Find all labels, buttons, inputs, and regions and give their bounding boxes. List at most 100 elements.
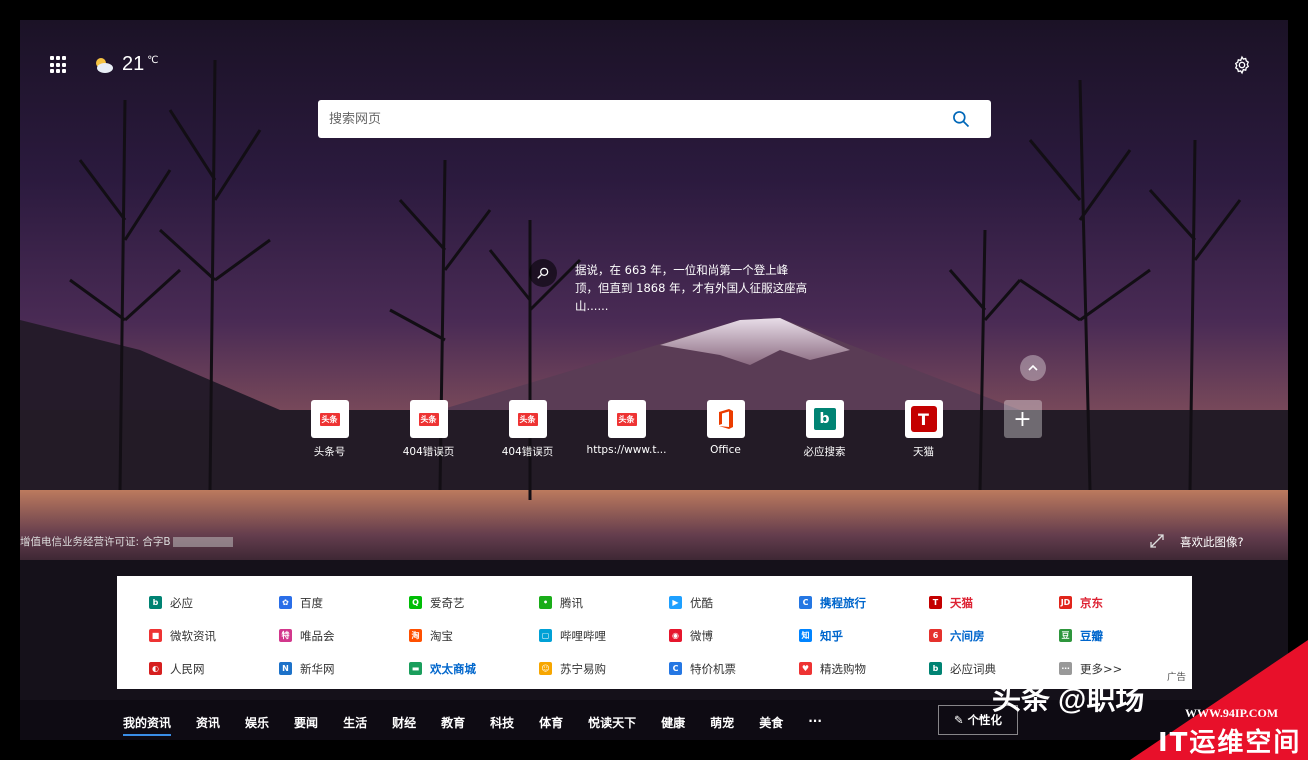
link-label: 豆瓣 (1080, 628, 1103, 643)
link-item[interactable]: b 必应 (149, 586, 279, 619)
link-item[interactable]: ☺ 苏宁易购 (539, 652, 669, 685)
link-item[interactable]: ▬ 欢太商城 (409, 652, 539, 685)
quick-link-tile[interactable]: 头条 404错误页 (379, 400, 478, 459)
link-item[interactable]: 特唯品会 (279, 619, 409, 652)
link-item[interactable]: C 特价机票 (669, 652, 799, 685)
link-item[interactable]: ▢ 哔哩哔哩 (539, 619, 669, 652)
link-item[interactable]: ■ 微软资讯 (149, 619, 279, 652)
weather-widget[interactable]: 21 ℃ (92, 53, 158, 76)
news-tab[interactable]: 悦读天下 (588, 714, 636, 736)
news-tab[interactable]: 体育 (539, 714, 563, 736)
expand-icon[interactable] (1150, 533, 1164, 548)
quick-link-tile[interactable]: 头条 404错误页 (478, 400, 577, 459)
toutiao-icon: 头条 (607, 400, 646, 438)
quick-link-tile[interactable]: b 必应搜索 (775, 400, 874, 459)
link-item[interactable]: ◐ 人民网 (149, 652, 279, 685)
quick-links: 头条 头条号 头条 404错误页 头条 404错误页 头条 https://ww… (280, 400, 1072, 459)
news-tab[interactable]: 科技 (490, 714, 514, 736)
news-tab[interactable]: 我的资讯 (123, 714, 172, 736)
license-label: 增值电信业务经营许可证: 合字B (20, 536, 171, 548)
link-item[interactable]: 知知乎 (799, 619, 929, 652)
news-tab[interactable]: 资讯 (196, 714, 220, 736)
like-image-link[interactable]: 喜欢此图像? (1180, 534, 1244, 550)
link-label: 精选购物 (820, 661, 866, 676)
tile-label: 404错误页 (501, 446, 554, 458)
news-tabs: 我的资讯 资讯 娱乐 要闻 生活 财经 教育 科技 体育 悦读天下 健康 萌宠 美食 ··· (123, 714, 847, 736)
pencil-icon: ✎ (953, 713, 964, 727)
link-item[interactable]: ▶ 优酷 (669, 586, 799, 619)
link-label: 知乎 (820, 628, 843, 643)
tmall-icon: T (904, 400, 943, 438)
partly-cloudy-icon (96, 57, 113, 73)
toutiao-icon: 头条 (310, 400, 349, 438)
link-item[interactable]: JD 京东 (1059, 586, 1189, 619)
link-item[interactable]: T 天猫 (929, 586, 1059, 619)
link-item[interactable]: • 腾讯 (539, 586, 669, 619)
quick-link-tile[interactable]: 头条 头条号 (280, 400, 379, 459)
link-logo-icon: 豆 (1059, 629, 1072, 642)
link-label: 人民网 (170, 661, 205, 676)
news-tab[interactable]: 生活 (343, 714, 367, 736)
search-input[interactable] (318, 100, 941, 138)
quick-link-tile[interactable]: Office (676, 400, 775, 459)
link-item[interactable]: 豆豆瓣 (1059, 619, 1189, 652)
link-logo-icon: T (929, 596, 942, 609)
link-item[interactable]: N 新华网 (279, 652, 409, 685)
tile-label: 必应搜索 (803, 446, 846, 458)
search-box (318, 100, 991, 138)
new-tab-page: 21 ℃ 据说，在 663 年，一位和尚第一个登上峰顶，但直到 1868 年，才… (20, 20, 1288, 740)
tile-label: 404错误页 (402, 446, 455, 458)
link-label: 六间房 (950, 628, 985, 643)
image-info-search-icon[interactable] (529, 259, 557, 287)
toutiao-icon: 头条 (409, 400, 448, 438)
apps-grid-icon[interactable] (50, 56, 68, 74)
link-label: 必应词典 (950, 661, 996, 676)
link-item[interactable]: C 携程旅行 (799, 586, 929, 619)
link-logo-icon: ▶ (669, 596, 682, 609)
settings-gear-icon[interactable] (1232, 55, 1252, 75)
news-tab[interactable]: 教育 (441, 714, 465, 736)
license-text: 增值电信业务经营许可证: 合字B (20, 534, 233, 549)
tile-label: 头条号 (313, 446, 346, 458)
news-tab[interactable]: 要闻 (294, 714, 318, 736)
search-button[interactable] (941, 100, 981, 138)
link-item[interactable]: 6 六间房 (929, 619, 1059, 652)
news-tab[interactable]: 萌宠 (710, 714, 734, 736)
link-logo-icon: 6 (929, 629, 942, 642)
link-logo-icon: b (929, 662, 942, 675)
link-logo-icon: ✿ (279, 596, 292, 609)
news-tab[interactable]: 娱乐 (245, 714, 269, 736)
add-quick-link-button[interactable]: + (973, 400, 1072, 459)
quick-link-tile[interactable]: 头条 https://www.t... (577, 400, 676, 459)
quick-link-tile[interactable]: T 天猫 (874, 400, 973, 459)
link-logo-icon: ☺ (539, 662, 552, 675)
link-item[interactable]: 淘淘宝 (409, 619, 539, 652)
links-panel: b 必应 ✿ 百度 Q 爱奇艺 • 腾讯 ▶ 优酷 C 携程旅行 T 天猫 JD 京东 ■ 微软资讯特唯品会淘淘宝… (117, 576, 1192, 689)
link-logo-icon: 特 (279, 629, 292, 642)
temperature: 21 (122, 53, 145, 75)
link-logo-icon: ♥ (799, 662, 812, 675)
watermark-url: WWW.94IP.COM (1185, 706, 1279, 720)
links-grid: b 必应 ✿ 百度 Q 爱奇艺 • 腾讯 ▶ 优酷 C 携程旅行 T 天猫 JD 京东 ■ 微软资讯特唯品会淘淘宝… (149, 586, 1192, 685)
more-tabs-button[interactable]: ··· (808, 714, 822, 736)
link-label: 哔哩哔哩 (560, 628, 606, 643)
watermark-name: IT运维空间 (1158, 728, 1302, 758)
link-item[interactable]: ✿ 百度 (279, 586, 409, 619)
news-tab[interactable]: 健康 (661, 714, 685, 736)
link-item[interactable]: ◉ 微博 (669, 619, 799, 652)
news-tab[interactable]: 美食 (759, 714, 783, 736)
link-label: 腾讯 (560, 595, 583, 610)
link-label: 京东 (1080, 595, 1103, 610)
news-tab[interactable]: 财经 (392, 714, 416, 736)
image-fact-text[interactable]: 据说，在 663 年，一位和尚第一个登上峰顶，但直到 1868 年，才有外国人征… (575, 261, 810, 315)
link-logo-icon: • (539, 596, 552, 609)
link-item[interactable]: Q 爱奇艺 (409, 586, 539, 619)
link-label: 百度 (300, 595, 323, 610)
link-logo-icon: b (149, 596, 162, 609)
watermark-text: 头条 @职场 (992, 684, 1145, 716)
collapse-chevron-up-icon[interactable] (1020, 355, 1046, 381)
link-item[interactable]: ♥ 精选购物 (799, 652, 929, 685)
link-logo-icon: ▬ (409, 662, 422, 675)
bing-icon: b (805, 400, 844, 438)
link-label: 更多>> (1080, 661, 1123, 676)
